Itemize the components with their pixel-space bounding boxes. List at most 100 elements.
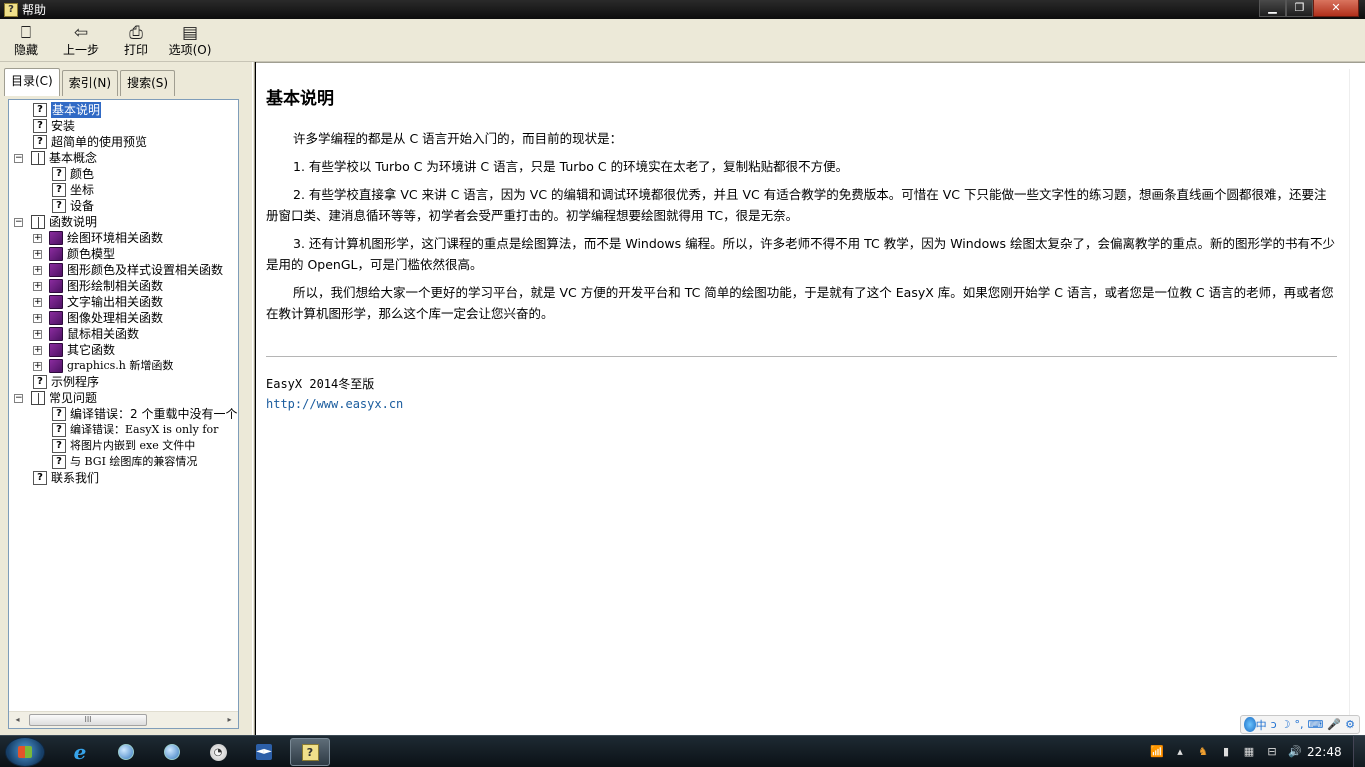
tree-items: ? 基本说明? 安装? 超简单的使用预览 − 基本概念? 颜色? 坐标? 设备 − 函数说明 + 绘图环… — [9, 101, 238, 486]
minimize-button[interactable]: ▁ — [1259, 0, 1286, 17]
expand-icon[interactable]: + — [33, 346, 42, 355]
tree-item[interactable]: ? 将图片内嵌到 exe 文件中 — [9, 438, 238, 454]
closed-book-icon — [49, 343, 63, 357]
network-icon[interactable]: ⊟ — [1265, 745, 1279, 759]
back-button[interactable]: ⇦ 上一步 — [52, 19, 110, 62]
expand-icon[interactable]: + — [33, 330, 42, 339]
taskbar-app-white[interactable]: ◔ — [198, 738, 238, 766]
taskbar-help-window[interactable]: ? — [290, 738, 330, 766]
tab-search[interactable]: 搜索(S) — [120, 70, 176, 96]
tree-horizontal-scrollbar[interactable]: ◂ III ▸ — [9, 711, 238, 728]
tree-item[interactable]: ? 与 BGI 绘图库的兼容情况 — [9, 454, 238, 470]
taskbar-app-globe[interactable] — [152, 738, 192, 766]
print-button[interactable]: ⎙ 打印 — [110, 19, 162, 62]
show-hidden-icons-icon[interactable]: ▴ — [1173, 745, 1187, 759]
tree-item[interactable]: ? 编译错误：2 个重载中没有一个 — [9, 406, 238, 422]
paragraph-point-2: 2. 有些学校直接拿 VC 来讲 C 语言，因为 VC 的编辑和调试环境都很优秀… — [266, 187, 1327, 223]
closed-book-icon — [49, 231, 63, 245]
ime-toolbar[interactable]: 中 ↄ ☽ °, ⌨ 🎤 ⚙ — [1240, 715, 1360, 734]
system-tray: 📶 ▴ ♞ ▮ ▦ ⊟ 🔊 — [1150, 736, 1311, 767]
ime-moon-icon[interactable]: ↄ — [1271, 718, 1277, 731]
tree-item[interactable]: ? 超简单的使用预览 — [9, 134, 238, 150]
tree-item[interactable]: + 图形颜色及样式设置相关函数 — [9, 262, 238, 278]
clock[interactable]: 22:48 — [1307, 745, 1342, 759]
tab-contents[interactable]: 目录(C) — [4, 68, 60, 96]
print-label: 打印 — [123, 43, 148, 57]
expand-icon[interactable]: + — [33, 314, 42, 323]
tree-item[interactable]: − 常见问题 — [9, 390, 238, 406]
hide-button[interactable]: ⎕ 隐藏 — [0, 19, 52, 62]
taskbar-visual-studio[interactable]: ◄► — [244, 738, 284, 766]
ime-logo-icon[interactable] — [1244, 717, 1256, 732]
close-button[interactable]: ✕ — [1313, 0, 1359, 17]
tab-index[interactable]: 索引(N) — [61, 70, 119, 96]
tree-item[interactable]: ? 安装 — [9, 118, 238, 134]
device-icon[interactable]: ▮ — [1219, 745, 1233, 759]
tree-item[interactable]: ? 颜色 — [9, 166, 238, 182]
ime-punctuation-icon[interactable]: °, — [1295, 718, 1304, 731]
tree-item[interactable]: ? 基本说明 — [9, 101, 238, 119]
ime-keyboard-icon[interactable]: ⌨ — [1308, 718, 1324, 731]
options-button[interactable]: ▤ 选项(O) — [162, 19, 218, 62]
tree-item[interactable]: − 基本概念 — [9, 150, 238, 166]
tree-item-label: 其它函数 — [67, 343, 116, 357]
volume-icon[interactable]: 🔊 — [1288, 745, 1302, 759]
back-label: 上一步 — [62, 43, 99, 57]
help-page-icon: ? — [33, 471, 47, 485]
wifi-icon[interactable]: 📶 — [1150, 745, 1164, 759]
sync-icon[interactable]: ▦ — [1242, 745, 1256, 759]
tree-item-label: 编译错误：2 个重载中没有一个 — [70, 407, 238, 421]
expand-icon[interactable]: + — [33, 234, 42, 243]
tree-item[interactable]: ? 编译错误：EasyX is only for — [9, 422, 238, 438]
expand-icon[interactable]: + — [33, 298, 42, 307]
show-desktop-button[interactable] — [1353, 736, 1365, 767]
tree-item[interactable]: ? 示例程序 — [9, 374, 238, 390]
tree-item-label: 颜色模型 — [67, 247, 116, 261]
closed-book-icon — [49, 279, 63, 293]
tree-item[interactable]: − 函数说明 — [9, 214, 238, 230]
tree-item[interactable]: + 其它函数 — [9, 342, 238, 358]
help-page-icon: ? — [52, 439, 66, 453]
collapse-icon[interactable]: − — [14, 394, 23, 403]
taskbar-ie[interactable]: e — [60, 738, 100, 766]
expand-icon[interactable]: + — [33, 266, 42, 275]
help-page-icon: ? — [52, 423, 66, 437]
tree-item[interactable]: ? 联系我们 — [9, 470, 238, 486]
ime-settings-icon[interactable]: ⚙ — [1345, 718, 1355, 731]
tree-item[interactable]: + 图像处理相关函数 — [9, 310, 238, 326]
taskbar-browser[interactable] — [106, 738, 146, 766]
tree-item[interactable]: + graphics.h 新增函数 — [9, 358, 238, 374]
help-page-icon: ? — [52, 167, 66, 181]
start-button[interactable] — [5, 737, 45, 767]
collapse-icon[interactable]: − — [14, 218, 23, 227]
tree-item[interactable]: + 图形绘制相关函数 — [9, 278, 238, 294]
tree-item[interactable]: ? 设备 — [9, 198, 238, 214]
ime-fullwidth-icon[interactable]: ☽ — [1281, 718, 1291, 731]
scroll-right-icon[interactable]: ▸ — [221, 712, 238, 728]
nav-tabs: 目录(C) 索引(N) 搜索(S) — [4, 68, 177, 96]
website-link[interactable]: http://www.easyx.cn — [266, 394, 1338, 414]
navigation-pane: 目录(C) 索引(N) 搜索(S) ? 基本说明? 安装? 超简单的使用预览 − 基本概念… — [0, 62, 252, 735]
expand-icon[interactable]: + — [33, 282, 42, 291]
scroll-thumb[interactable]: III — [29, 714, 147, 726]
help-page-icon: ? — [52, 455, 66, 469]
expand-icon[interactable]: + — [33, 250, 42, 259]
tree-item[interactable]: ? 坐标 — [9, 182, 238, 198]
tree-item[interactable]: + 绘图环境相关函数 — [9, 230, 238, 246]
tree-item[interactable]: + 文字输出相关函数 — [9, 294, 238, 310]
content-vertical-scrollbar[interactable] — [1338, 63, 1365, 736]
tree-item[interactable]: + 颜色模型 — [9, 246, 238, 262]
tree-item-label: 将图片内嵌到 exe 文件中 — [70, 439, 196, 452]
tree-item[interactable]: + 鼠标相关函数 — [9, 326, 238, 342]
qq-icon[interactable]: ♞ — [1196, 745, 1210, 759]
ime-voice-icon[interactable]: 🎤 — [1327, 718, 1341, 731]
tree-item-label: 鼠标相关函数 — [67, 327, 140, 341]
expand-icon[interactable]: + — [33, 362, 42, 371]
scroll-track[interactable] — [1349, 69, 1363, 729]
ime-chinese-mode[interactable]: 中 — [1256, 717, 1267, 733]
pane-splitter[interactable] — [252, 62, 255, 735]
collapse-icon[interactable]: − — [14, 154, 23, 163]
maximize-button[interactable]: ❐ — [1286, 0, 1313, 17]
help-app-icon: ? — [4, 2, 18, 17]
scroll-left-icon[interactable]: ◂ — [9, 712, 26, 728]
